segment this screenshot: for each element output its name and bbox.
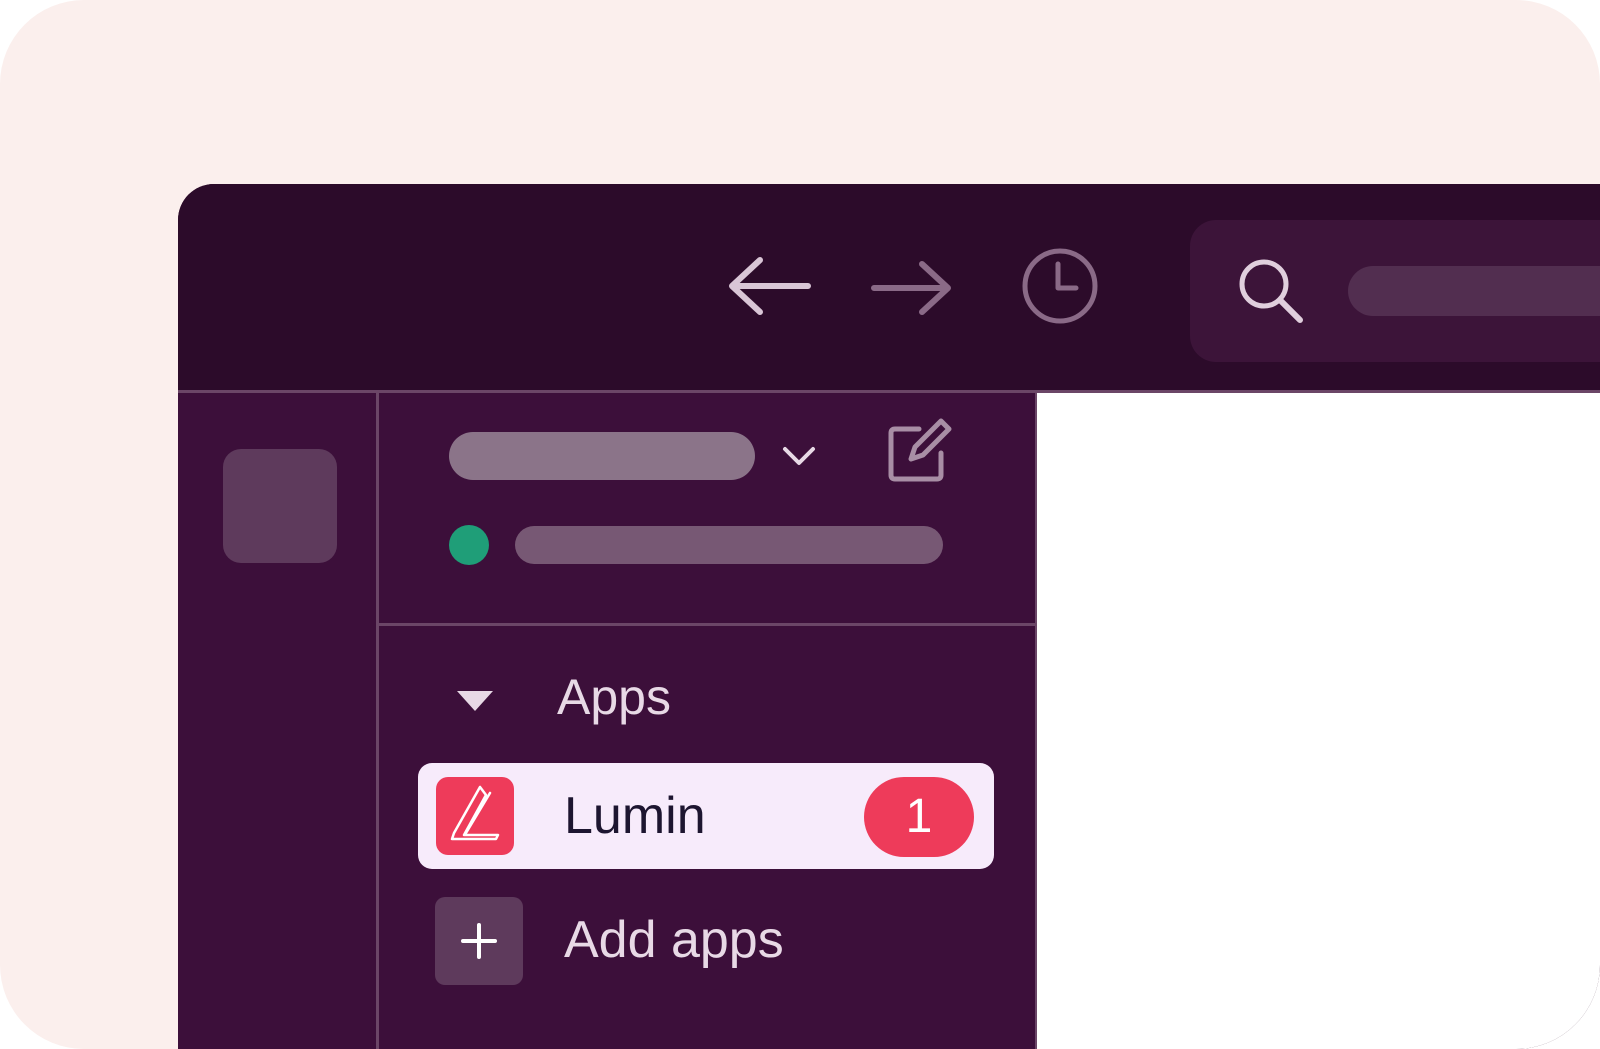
lumin-logo-icon <box>436 777 514 855</box>
caret-down-icon[interactable] <box>455 689 495 713</box>
add-apps-button[interactable]: Add apps <box>435 897 995 987</box>
arrow-right-icon[interactable] <box>868 258 958 318</box>
content-area: Apps Lumin 1 Add apps <box>178 390 1600 1049</box>
workspace-name[interactable] <box>449 432 755 480</box>
plus-icon <box>461 923 497 959</box>
section-label: Apps <box>557 669 671 725</box>
unread-badge: 1 <box>864 777 974 857</box>
sidebar: Apps Lumin 1 Add apps <box>379 393 1035 1049</box>
top-bar <box>178 184 1600 390</box>
search-input[interactable] <box>1348 266 1600 316</box>
app-window: Apps Lumin 1 Add apps <box>178 184 1600 1049</box>
chevron-down-icon[interactable] <box>781 443 817 471</box>
backdrop: Apps Lumin 1 Add apps <box>0 0 1600 1049</box>
sidebar-item-lumin[interactable]: Lumin 1 <box>418 763 994 869</box>
workspace-rail <box>178 393 379 1049</box>
search-icon <box>1239 259 1303 323</box>
status-indicator <box>449 525 489 565</box>
sidebar-header <box>379 393 1035 626</box>
status-text[interactable] <box>515 526 943 564</box>
search-bar[interactable] <box>1190 220 1600 362</box>
arrow-left-icon[interactable] <box>724 254 814 318</box>
workspace-switcher[interactable] <box>223 449 337 563</box>
section-header-apps[interactable]: Apps <box>445 661 945 731</box>
add-apps-tile[interactable] <box>435 897 523 985</box>
main-pane <box>1035 393 1600 1049</box>
add-apps-label: Add apps <box>564 911 784 969</box>
app-name: Lumin <box>564 787 706 845</box>
compose-icon[interactable] <box>885 415 955 485</box>
clock-icon[interactable] <box>1020 246 1100 326</box>
